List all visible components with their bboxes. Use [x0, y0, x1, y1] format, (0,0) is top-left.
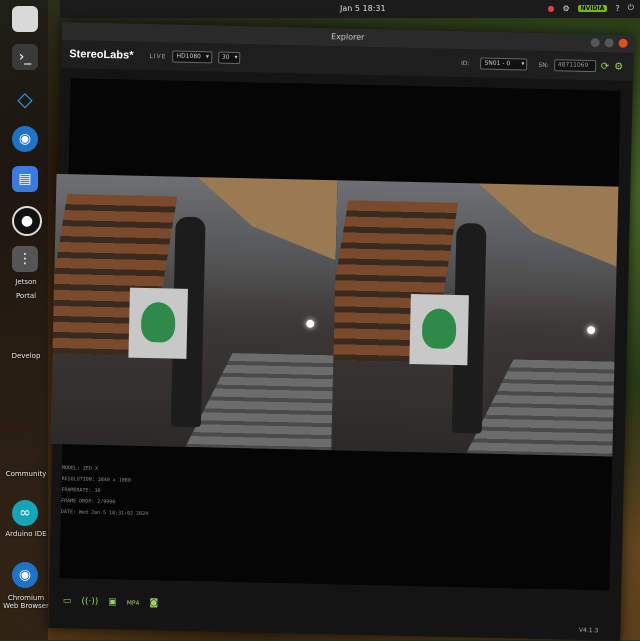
app-version: V4.1.3	[578, 626, 599, 635]
terminal-icon[interactable]: ›_	[12, 44, 38, 70]
folder-icon[interactable]: ▭	[63, 596, 72, 606]
camera-tools: ID: SN01 - 0 SN: 48711069 ⟳ ⚙	[461, 57, 623, 73]
desktop-label-chromium: Chromium Web Browser	[3, 594, 49, 610]
nvidia-badge[interactable]: NVIDIA	[577, 4, 608, 12]
system-topbar: Jan 5 18:31 ● ⚙ NVIDIA ? ⏻	[60, 0, 640, 18]
system-tray: ● ⚙ NVIDIA ? ⏻	[548, 3, 635, 13]
settings-icon[interactable]: ⚙	[562, 4, 569, 13]
chromium-icon[interactable]: ◉	[12, 126, 38, 152]
window-title: Explorer	[330, 32, 365, 42]
left-eye-view	[50, 173, 338, 451]
record-icon[interactable]: ●	[548, 4, 555, 13]
camera-id-select[interactable]: SN01 - 0	[480, 57, 528, 71]
power-icon[interactable]: ⏻	[628, 3, 634, 13]
settings-gear-icon[interactable]: ⚙	[614, 61, 623, 72]
files-icon[interactable]	[12, 6, 38, 32]
info-date: DATE: Wed Jan 5 18:31:02 2024	[60, 509, 149, 518]
desktop-label-community: Community	[5, 470, 47, 478]
live-indicator: LIVE	[149, 52, 167, 60]
stream-icon[interactable]: ((·))	[81, 597, 98, 607]
bottom-toolbar: ▭ ((·)) ▣ MP4 ◙	[63, 596, 158, 608]
desktop-dock: ›_ ◇ ◉ ▤ ● ⋮ ∞ ◉ Jetson Portal Develop C…	[0, 0, 49, 640]
brand-logo: StereoLabs*	[69, 48, 134, 62]
minimize-button[interactable]	[590, 38, 600, 48]
desktop-label-jetson: Jetson	[15, 278, 37, 286]
refresh-icon[interactable]: ⟳	[601, 61, 610, 72]
vscode-icon[interactable]: ◇	[12, 86, 38, 112]
resolution-select[interactable]: HD1080	[172, 50, 212, 64]
desktop-label-develop: Develop	[11, 352, 41, 360]
help-icon[interactable]: ?	[615, 4, 619, 13]
sn-label: SN:	[538, 61, 549, 69]
obs-icon[interactable]: ●	[12, 206, 42, 236]
window-controls	[590, 38, 628, 48]
id-label: ID:	[460, 59, 470, 67]
apps-icon[interactable]: ⋮	[12, 246, 38, 272]
format-icon[interactable]: MP4	[127, 599, 140, 606]
desktop-label-portal: Portal	[15, 292, 37, 300]
serial-field[interactable]: 48711069	[553, 59, 596, 73]
desktop-label-arduino: Arduino IDE	[5, 530, 47, 538]
video-viewer[interactable]: MODEL: ZED X RESOLUTION: 3840 x 1080 FRA…	[50, 78, 621, 591]
snapshot-icon[interactable]: ◙	[149, 598, 158, 608]
explorer-window: Explorer StereoLabs* LIVE HD1080 30 ID: …	[48, 22, 634, 641]
close-button[interactable]	[618, 38, 628, 48]
fps-select[interactable]: 30	[217, 51, 241, 65]
record-button-icon[interactable]: ▣	[108, 597, 117, 607]
arduino-icon[interactable]: ∞	[12, 500, 38, 526]
right-eye-view	[331, 180, 619, 457]
docs-icon[interactable]: ▤	[12, 166, 38, 192]
stereo-frame	[50, 173, 619, 457]
camera-info-panel: MODEL: ZED X RESOLUTION: 3840 x 1080 FRA…	[61, 463, 150, 520]
chromium-desktop-icon[interactable]: ◉	[12, 562, 38, 588]
maximize-button[interactable]	[604, 38, 614, 48]
system-clock[interactable]: Jan 5 18:31	[340, 4, 386, 13]
